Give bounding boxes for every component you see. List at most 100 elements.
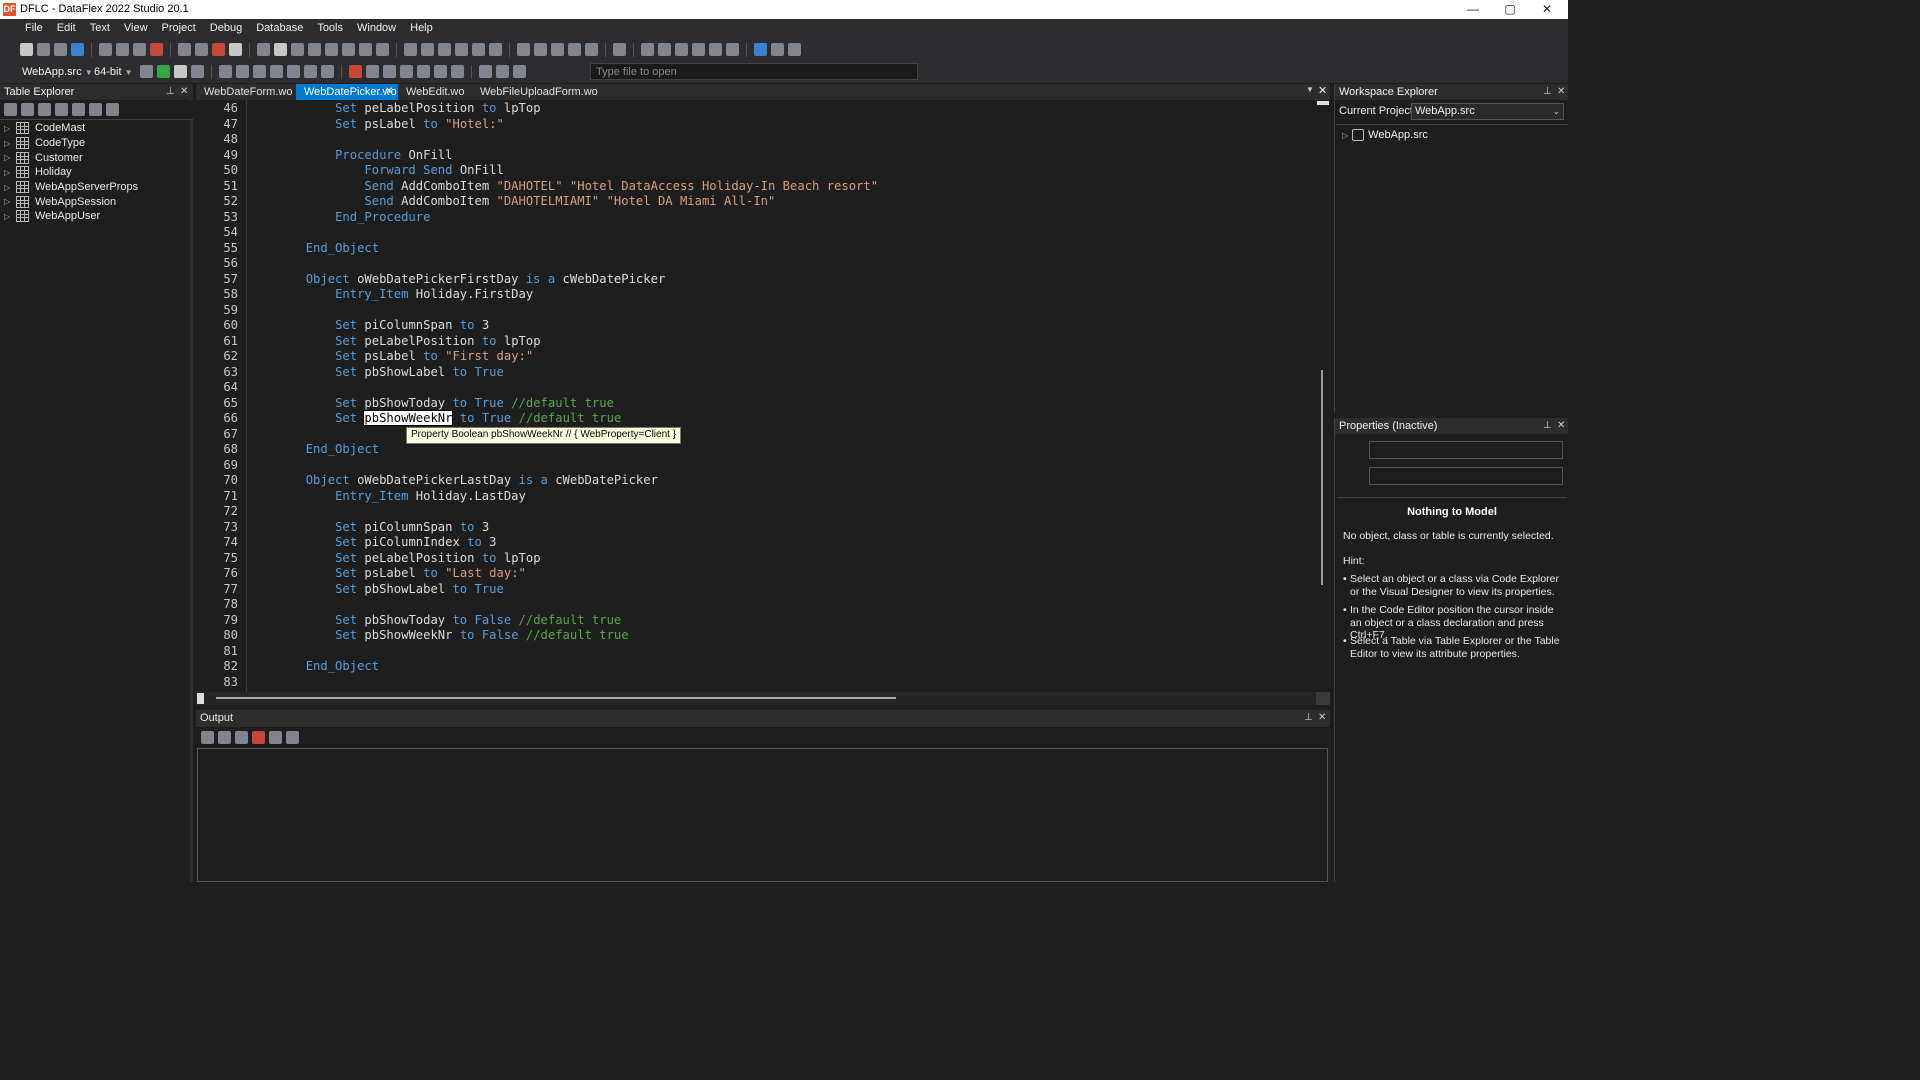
code-line[interactable]: Set pbShowLabel to True	[247, 582, 504, 598]
step-over-icon[interactable]	[219, 65, 232, 78]
tools-icon[interactable]	[709, 43, 722, 56]
menu-project[interactable]: Project	[155, 19, 203, 39]
bookmark-icon[interactable]	[517, 43, 530, 56]
menu-help[interactable]: Help	[403, 19, 440, 39]
tab-list-dropdown-icon[interactable]: ▼	[1306, 85, 1314, 94]
pin-icon[interactable]: ⊥	[1304, 710, 1313, 726]
window-icon[interactable]	[438, 43, 451, 56]
debug-step-icon[interactable]	[613, 43, 626, 56]
code-line[interactable]: Forward Send OnFill	[247, 163, 503, 179]
code-line[interactable]: Set piColumnSpan to 3	[247, 318, 489, 334]
code-line[interactable]: Set pbShowToday to True //default true	[247, 396, 614, 412]
vertical-scrollbar[interactable]	[1314, 100, 1330, 692]
tab-webfileuploadform[interactable]: WebFileUploadForm.wo	[472, 84, 600, 100]
close-icon[interactable]: ✕	[1557, 84, 1565, 100]
menu-window[interactable]: Window	[350, 19, 403, 39]
import-icon[interactable]	[489, 43, 502, 56]
tab-webdateform[interactable]: WebDateForm.wo	[196, 84, 300, 100]
next-message-icon[interactable]	[218, 731, 231, 744]
code-line[interactable]: Set pbShowLabel to True	[247, 365, 504, 381]
code-line[interactable]: Object oWebDatePickerLastDay is a cWebDa…	[247, 473, 658, 489]
eye-icon[interactable]	[417, 65, 430, 78]
scrollbar-thumb[interactable]	[1321, 370, 1323, 585]
component-icon[interactable]	[342, 43, 355, 56]
step-into-icon[interactable]	[236, 65, 249, 78]
watch-icon[interactable]	[304, 65, 317, 78]
copy-output-icon[interactable]	[235, 731, 248, 744]
pause-icon[interactable]	[174, 65, 187, 78]
link-icon[interactable]	[404, 43, 417, 56]
view-icon[interactable]	[257, 43, 270, 56]
tab-close-icon[interactable]: ✕	[385, 84, 393, 100]
current-project-select[interactable]: WebApp.src ⌄	[1411, 103, 1564, 120]
panel-icon[interactable]	[788, 43, 801, 56]
tab-webdatepicker[interactable]: WebDatePicker.wo ✕	[296, 84, 398, 100]
run-icon[interactable]	[157, 65, 170, 78]
code-line[interactable]: Set peLabelPosition to lpTop	[247, 334, 540, 350]
file-open-input[interactable]: Type file to open	[590, 63, 918, 80]
property-filter[interactable]	[1369, 467, 1563, 485]
code-line[interactable]: Object oWebDatePickerFirstDay is a cWebD…	[247, 272, 666, 288]
prev-message-icon[interactable]	[201, 731, 214, 744]
window-cascade-icon[interactable]	[366, 65, 379, 78]
menu-database[interactable]: Database	[249, 19, 310, 39]
tree-item-webapp[interactable]: ▷ WebApp.src	[1342, 129, 1428, 141]
document-icon[interactable]	[455, 43, 468, 56]
database-icon[interactable]	[513, 65, 526, 78]
rows-icon[interactable]	[496, 65, 509, 78]
monitor-alt-icon[interactable]	[400, 65, 413, 78]
save-all-icon[interactable]	[71, 43, 84, 56]
find-next-icon[interactable]	[658, 43, 671, 56]
expand-icon[interactable]: ▷	[4, 212, 16, 221]
table-item[interactable]: ▷ WebAppServerProps	[4, 180, 138, 195]
export-icon[interactable]	[472, 43, 485, 56]
paste-icon[interactable]	[133, 43, 146, 56]
delete-table-icon[interactable]	[38, 103, 51, 116]
split-handle[interactable]	[1317, 101, 1329, 105]
redo-icon[interactable]	[195, 43, 208, 56]
form-icon[interactable]	[274, 43, 287, 56]
code-line[interactable]: Entry_Item Holiday.LastDay	[247, 489, 526, 505]
object-select[interactable]	[1369, 441, 1563, 459]
monitor-icon[interactable]	[383, 65, 396, 78]
code-line[interactable]: Set psLabel to "Hotel:"	[247, 117, 504, 133]
next-bookmark-icon[interactable]	[568, 43, 581, 56]
project-select[interactable]: WebApp.src ▼	[22, 64, 93, 80]
code-line[interactable]: End_Object	[247, 241, 379, 257]
save-icon[interactable]	[54, 43, 67, 56]
pin-icon[interactable]: ⊥	[166, 84, 175, 100]
menu-debug[interactable]: Debug	[203, 19, 249, 39]
split-handle[interactable]	[197, 693, 204, 704]
indent-icon[interactable]	[534, 43, 547, 56]
new-table-icon[interactable]	[4, 103, 17, 116]
expand-icon[interactable]: ▷	[4, 124, 16, 133]
circle-icon[interactable]	[321, 65, 334, 78]
cut-icon[interactable]	[99, 43, 112, 56]
stop-debug-icon[interactable]	[349, 65, 362, 78]
code-line[interactable]: Send AddComboItem "DAHOTEL" "Hotel DataA…	[247, 179, 878, 195]
replace-icon[interactable]	[692, 43, 705, 56]
close-document-icon[interactable]: ✕	[1318, 84, 1327, 97]
grid-icon[interactable]	[291, 43, 304, 56]
code-line[interactable]: End_Procedure	[247, 210, 430, 226]
pin-icon[interactable]: ⊥	[1543, 418, 1552, 434]
options-icon[interactable]	[726, 43, 739, 56]
properties-icon[interactable]	[72, 103, 85, 116]
close-icon[interactable]: ✕	[180, 84, 188, 100]
table-item[interactable]: ▷ CodeType	[4, 136, 138, 151]
code-line[interactable]: Set pbShowToday to False //default true	[247, 613, 621, 629]
menu-edit[interactable]: Edit	[50, 19, 83, 39]
code-line[interactable]: Set psLabel to "Last day:"	[247, 566, 526, 582]
step-out-icon[interactable]	[253, 65, 266, 78]
report-icon[interactable]	[376, 43, 389, 56]
table-item[interactable]: ▷ WebAppUser	[4, 209, 138, 224]
collapse-all-icon[interactable]	[286, 731, 299, 744]
table-icon[interactable]	[434, 65, 447, 78]
find-prev-icon[interactable]	[675, 43, 688, 56]
list-icon[interactable]	[451, 65, 464, 78]
expand-icon[interactable]: ▷	[4, 168, 16, 177]
code-line[interactable]: Set peLabelPosition to lpTop	[247, 551, 540, 567]
tree-icon[interactable]	[359, 43, 372, 56]
code-line[interactable]: Procedure OnFill	[247, 148, 452, 164]
columns-icon[interactable]	[479, 65, 492, 78]
